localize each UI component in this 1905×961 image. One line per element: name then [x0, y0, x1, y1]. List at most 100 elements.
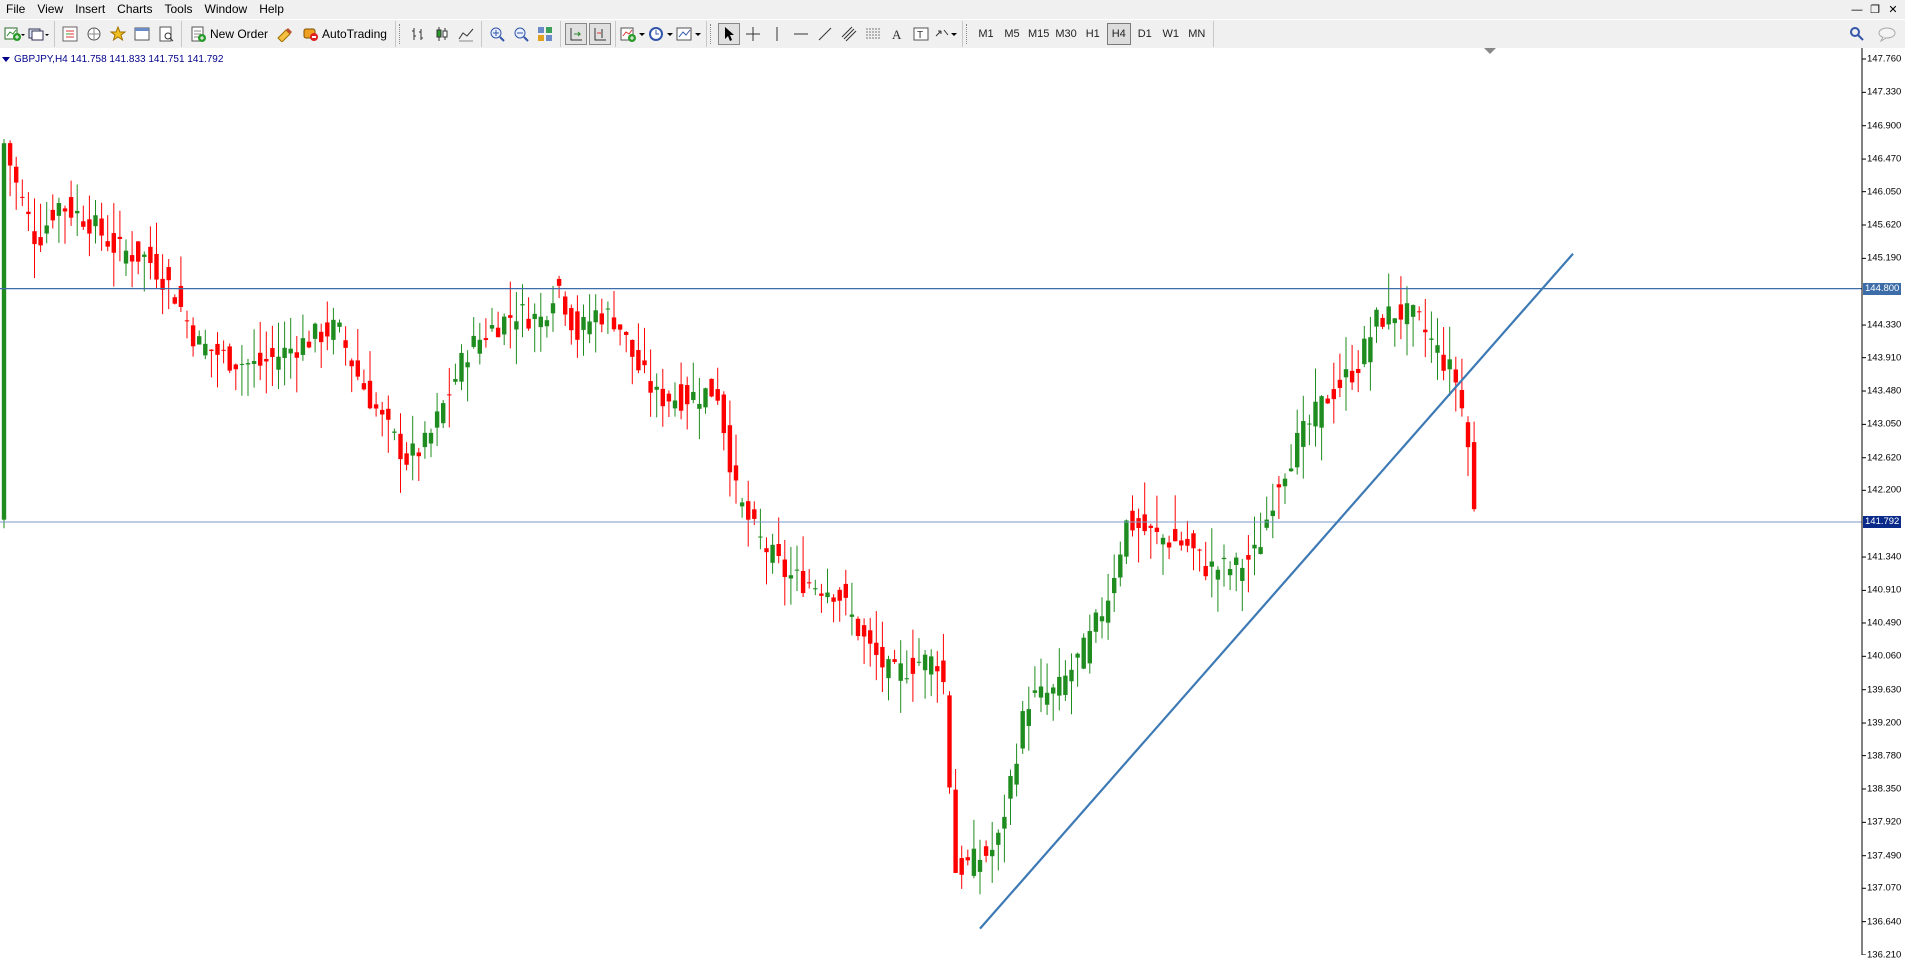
line-chart-icon[interactable]: [455, 23, 477, 45]
bull-candle: [1374, 309, 1379, 327]
periods-icon[interactable]: [648, 23, 674, 45]
menu-file[interactable]: File: [0, 0, 31, 19]
price-axis-label: 142.200: [1867, 484, 1902, 496]
crosshair-icon[interactable]: [742, 23, 764, 45]
bar-chart-icon[interactable]: [407, 23, 429, 45]
equidistant-channel-icon[interactable]: [838, 23, 860, 45]
market-watch-icon[interactable]: [59, 23, 81, 45]
timeframe-m1[interactable]: M1: [974, 23, 998, 45]
chat-icon[interactable]: [1876, 23, 1898, 45]
bear-candle: [1325, 398, 1330, 404]
autotrading-button[interactable]: AutoTrading: [298, 23, 391, 45]
text-icon[interactable]: A: [886, 23, 908, 45]
bear-candle: [221, 349, 226, 351]
bear-candle: [508, 315, 513, 318]
bear-candle: [843, 583, 848, 598]
bull-candle: [502, 316, 507, 335]
zoom-in-icon[interactable]: [486, 23, 508, 45]
text-label-icon[interactable]: T: [910, 23, 932, 45]
bear-candle: [154, 253, 159, 280]
zoom-out-icon[interactable]: [510, 23, 532, 45]
bull-candle: [1057, 676, 1062, 696]
bear-candle: [1441, 354, 1446, 371]
bear-candle: [215, 343, 220, 355]
svg-text:T: T: [917, 30, 923, 41]
favorites-icon[interactable]: [107, 23, 129, 45]
trendline-icon[interactable]: [814, 23, 836, 45]
timeframe-m5[interactable]: M5: [1000, 23, 1024, 45]
terminal-icon[interactable]: [131, 23, 153, 45]
bear-candle: [1154, 527, 1160, 532]
tile-windows-icon[interactable]: [534, 23, 556, 45]
indicators-icon[interactable]: [620, 23, 646, 45]
bull-candle: [1105, 600, 1111, 623]
bull-candle: [1063, 675, 1068, 695]
chart-shift-marker: [1484, 48, 1496, 54]
bull-candle: [886, 659, 891, 679]
timeframe-m15[interactable]: M15: [1026, 23, 1051, 45]
bear-candle: [709, 378, 714, 397]
timeframe-mn[interactable]: MN: [1185, 23, 1209, 45]
close-icon[interactable]: ✕: [1885, 3, 1901, 17]
price-axis-label: 141.340: [1867, 551, 1902, 563]
bull-candle: [1051, 687, 1056, 694]
metaeditor-icon[interactable]: [274, 23, 296, 45]
chart-shift-icon[interactable]: [588, 23, 611, 45]
bear-candle: [1197, 549, 1202, 551]
price-axis-label: 136.210: [1867, 949, 1902, 961]
bull-candle: [1093, 612, 1099, 632]
auto-scroll-icon[interactable]: [564, 23, 587, 45]
arrows-icon[interactable]: [934, 23, 958, 45]
bear-candle: [807, 582, 812, 584]
bull-candle: [1069, 669, 1074, 682]
bear-candle: [416, 452, 421, 457]
minimize-icon[interactable]: —: [1849, 3, 1865, 17]
bull-candle: [605, 308, 611, 310]
strategy-tester-icon[interactable]: [155, 23, 177, 45]
navigator-icon[interactable]: [83, 23, 105, 45]
bull-candle: [56, 202, 62, 216]
bear-candle: [910, 657, 916, 674]
bull-candle: [1264, 519, 1269, 528]
bull-candle: [1258, 547, 1263, 554]
menu-view[interactable]: View: [31, 0, 69, 19]
bear-candle: [166, 267, 171, 281]
bull-candle: [459, 352, 464, 382]
fibonacci-icon[interactable]: [862, 23, 884, 45]
bear-candle: [398, 433, 403, 460]
profiles-icon[interactable]: [28, 23, 50, 45]
bull-candle: [1087, 631, 1092, 664]
timeframe-h4[interactable]: H4: [1106, 23, 1131, 45]
menu-tools[interactable]: Tools: [159, 0, 199, 19]
bull-candle: [581, 316, 586, 330]
bull-candle: [1002, 816, 1007, 829]
bear-candle: [721, 394, 726, 434]
vertical-line-icon[interactable]: [766, 23, 788, 45]
menu-charts[interactable]: Charts: [111, 0, 158, 19]
search-icon[interactable]: [1846, 23, 1868, 45]
timeframe-d1[interactable]: D1: [1133, 23, 1157, 45]
bull-candle: [813, 588, 818, 590]
menu-help[interactable]: Help: [253, 0, 290, 19]
timeframe-h1[interactable]: H1: [1081, 23, 1105, 45]
horizontal-line-icon[interactable]: [790, 23, 812, 45]
bull-candle: [532, 313, 537, 320]
bull-candle: [1118, 554, 1123, 578]
cursor-icon[interactable]: [717, 23, 740, 45]
bear-candle: [752, 509, 757, 519]
collapse-triangle-icon[interactable]: [2, 57, 10, 62]
bear-candle: [715, 389, 720, 401]
bull-candle: [654, 386, 659, 390]
price-chart[interactable]: [0, 48, 1905, 955]
timeframe-m30[interactable]: M30: [1053, 23, 1078, 45]
candlestick-chart-icon[interactable]: [431, 23, 453, 45]
bear-candle: [1398, 304, 1404, 320]
timeframe-w1[interactable]: W1: [1159, 23, 1183, 45]
bear-candle: [874, 642, 879, 655]
templates-icon[interactable]: [676, 23, 702, 45]
menu-window[interactable]: Window: [199, 0, 254, 19]
restore-icon[interactable]: ❐: [1867, 3, 1883, 17]
new-order-button[interactable]: New Order: [186, 23, 272, 45]
new-chart-icon[interactable]: [4, 23, 26, 45]
menu-insert[interactable]: Insert: [69, 0, 111, 19]
